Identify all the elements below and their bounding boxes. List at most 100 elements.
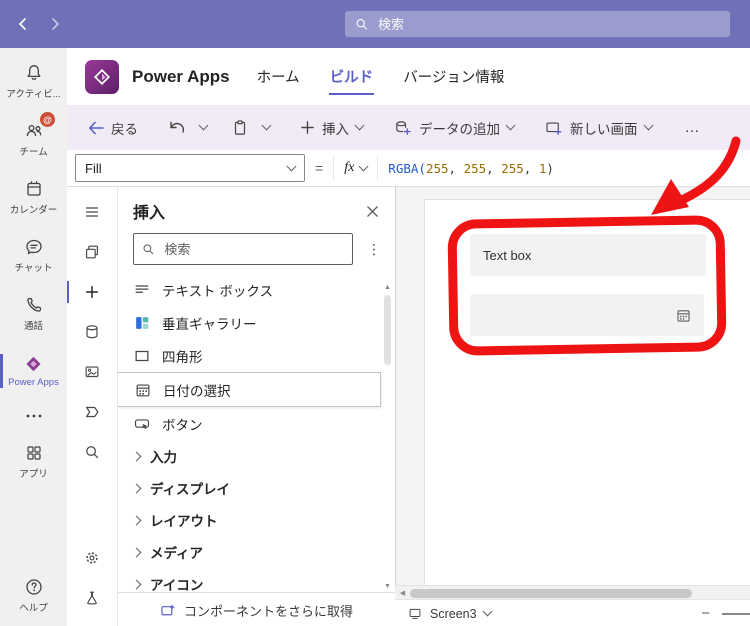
datepicker-control[interactable]	[470, 294, 704, 336]
formula-token: ,	[486, 160, 502, 176]
control-item-date-picker[interactable]: 日付の選択	[117, 372, 381, 407]
scroll-down-icon[interactable]: ▼	[384, 583, 391, 590]
add-data-button[interactable]: データの追加	[386, 112, 521, 144]
sidebar-item-power-apps[interactable]: Power Apps	[0, 342, 67, 400]
control-item-button[interactable]: ボタン	[117, 407, 381, 440]
category-display[interactable]: ディスプレイ	[117, 472, 395, 504]
sidebar-item-teams[interactable]: @ チーム	[0, 110, 67, 168]
page-title: Power Apps	[132, 66, 230, 86]
chevron-right-icon	[52, 18, 59, 30]
control-item-rectangle[interactable]: 四角形	[117, 339, 381, 372]
paste-dropdown[interactable]	[256, 120, 277, 135]
panel-more-options-button[interactable]: ⋮	[361, 239, 387, 260]
flask-icon	[87, 591, 97, 605]
category-label: メディア	[150, 546, 204, 561]
sidebar-item-calls[interactable]: 通話	[0, 284, 67, 342]
zoom-out-button[interactable]: −	[701, 605, 710, 622]
sidebar-item-chat[interactable]: チャット	[0, 226, 67, 284]
formula-token: 255	[425, 160, 449, 176]
header-tabs: ホーム ビルド バージョン情報	[256, 48, 506, 105]
plus-icon	[301, 121, 314, 134]
chevron-down-icon	[261, 120, 272, 131]
panel-scroll-thumb[interactable]	[384, 295, 391, 365]
power-apps-icon	[26, 356, 40, 372]
insert-button[interactable]: 挿入	[293, 112, 370, 144]
category-icons[interactable]: アイコン	[117, 568, 395, 592]
panel-scrollbar[interactable]: ▲ ▼	[381, 284, 394, 590]
sidebar-item-calendar[interactable]: カレンダー	[0, 168, 67, 226]
phone-icon	[26, 297, 41, 312]
sidebar-item-apps[interactable]: アプリ	[0, 432, 67, 490]
formula-token: ,	[523, 160, 539, 176]
control-item-vertical-gallery[interactable]: 垂直ギャラリー	[117, 306, 381, 339]
tab-version-info[interactable]: バージョン情報	[402, 48, 505, 105]
sidebar-item-more[interactable]	[0, 400, 67, 432]
back-nav-button[interactable]	[12, 13, 34, 35]
toolbar-overflow-button[interactable]: …	[677, 115, 709, 140]
sidebar-item-activity[interactable]: アクティビ...	[0, 52, 67, 110]
sidebar-item-label: ヘルプ	[19, 602, 48, 614]
chevron-down-icon	[482, 606, 493, 617]
app-canvas[interactable]: Text box	[425, 200, 750, 585]
fx-label: fx	[344, 160, 355, 175]
search-input[interactable]	[376, 15, 720, 33]
insert-panel: 挿入 ⋮ テキスト ボックス 垂直ギャラリー 四角形 日付の選択	[117, 186, 396, 592]
paste-button[interactable]	[224, 113, 256, 143]
sidebar-item-help[interactable]: ヘルプ	[0, 566, 67, 624]
undo-icon	[170, 121, 185, 133]
insert-search-input[interactable]	[162, 240, 344, 258]
design-surface: Text box	[395, 186, 750, 585]
strip-search-button[interactable]	[67, 432, 117, 472]
formula-token: ,	[448, 160, 464, 176]
tab-home[interactable]: ホーム	[256, 48, 301, 105]
screen-selector[interactable]: Screen3	[407, 606, 493, 621]
teams-titlebar	[0, 0, 750, 48]
media-button[interactable]	[67, 352, 117, 392]
close-panel-button[interactable]	[364, 203, 381, 220]
apps-grid-icon	[26, 445, 41, 460]
rectangle-icon	[135, 350, 149, 361]
search-icon	[356, 19, 367, 30]
back-button[interactable]: 戻る	[81, 112, 145, 144]
advanced-tools-button[interactable]	[67, 578, 117, 618]
scroll-up-icon[interactable]: ▲	[384, 284, 391, 291]
category-layout[interactable]: レイアウト	[117, 504, 395, 536]
power-automate-button[interactable]	[67, 392, 117, 432]
forward-nav-button[interactable]	[44, 13, 66, 35]
screens-button[interactable]	[67, 232, 117, 272]
new-screen-button[interactable]: 新しい画面	[537, 112, 659, 144]
undo-button[interactable]	[161, 114, 193, 142]
sidebar-item-label: アプリ	[19, 468, 48, 480]
get-components-button[interactable]: コンポーネントをさらに取得	[117, 592, 396, 626]
textbox-control[interactable]: Text box	[470, 234, 706, 276]
teams-search[interactable]	[345, 11, 730, 37]
media-icon	[85, 366, 99, 378]
zoom-slider[interactable]	[722, 612, 750, 615]
category-input[interactable]: 入力	[117, 440, 395, 472]
category-media[interactable]: メディア	[117, 536, 395, 568]
insert-search-box[interactable]	[133, 233, 353, 265]
screen-selector-value: Screen3	[430, 606, 477, 621]
tree-view-button[interactable]	[67, 192, 117, 232]
control-item-text-box[interactable]: テキスト ボックス	[117, 273, 381, 306]
tab-build[interactable]: ビルド	[328, 48, 375, 105]
help-icon	[25, 578, 42, 595]
textbox-control-text: Text box	[483, 247, 532, 263]
power-apps-logo-glyph	[93, 68, 111, 85]
data-button[interactable]	[67, 312, 117, 352]
fx-dropdown[interactable]: fx	[333, 155, 379, 181]
canvas-h-scrollbar[interactable]: ◀	[395, 585, 750, 600]
insert-tab-button[interactable]	[67, 272, 117, 312]
scroll-left-icon[interactable]: ◀	[395, 589, 410, 597]
category-label: 入力	[150, 450, 177, 465]
category-label: ディスプレイ	[150, 482, 231, 497]
back-button-label: 戻る	[111, 121, 138, 137]
settings-button[interactable]	[67, 538, 117, 578]
h-scroll-thumb[interactable]	[410, 588, 692, 598]
get-components-label: コンポーネントをさらに取得	[183, 603, 353, 619]
database-icon	[86, 325, 98, 339]
formula-input[interactable]: RGBA(255, 255, 255, 1)	[388, 161, 554, 176]
control-item-label: 日付の選択	[163, 383, 231, 399]
undo-dropdown[interactable]	[193, 120, 214, 135]
property-dropdown[interactable]: Fill	[75, 154, 305, 182]
